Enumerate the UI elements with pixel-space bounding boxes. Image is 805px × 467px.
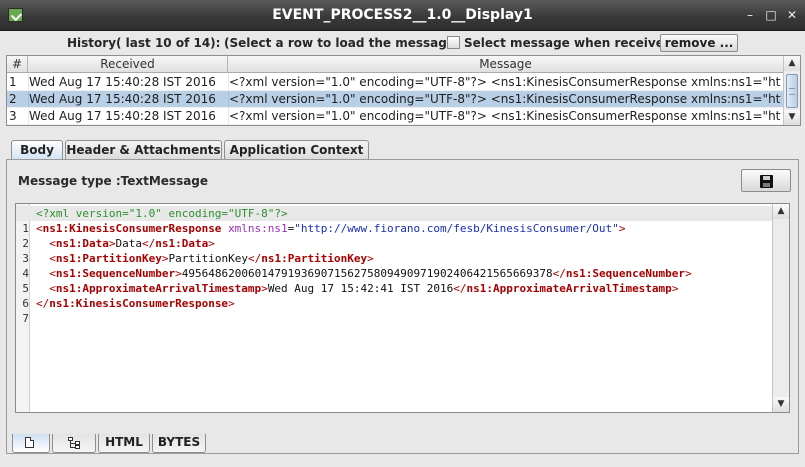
xml-tag: ns1:ApproximateArrivalTimestamp (55, 282, 262, 295)
tab-application-context[interactable]: Application Context (224, 140, 369, 160)
tab-header-attachments[interactable]: Header & Attachments (65, 140, 222, 160)
window-title: EVENT_PROCESS2__1.0__Display1 (272, 7, 533, 23)
row-received: Wed Aug 17 15:40:28 IST 2016 (29, 92, 216, 106)
editor-line: 3 <ns1:Data>Data</ns1:Data> (16, 236, 214, 265)
xml-declaration: <?xml version="1.0" encoding="UTF-8"?> (36, 207, 288, 220)
title-bar: EVENT_PROCESS2__1.0__Display1 – □ ✕ (0, 0, 805, 31)
close-icon[interactable]: ✕ (785, 8, 799, 22)
xml-root-tag: ns1:KinesisConsumerResponse (42, 222, 222, 235)
table-row[interactable]: 2 Wed Aug 17 15:40:28 IST 2016 <?xml ver… (7, 91, 783, 108)
xml-value: 4956486200601479193690715627580949097190… (181, 267, 553, 280)
scroll-up-icon[interactable]: ▲ (784, 56, 800, 71)
history-toolbar: History( last 10 of 14): (Select a row t… (0, 31, 805, 55)
tree-view-icon (68, 437, 82, 449)
scroll-thumb[interactable] (786, 74, 798, 108)
tab-text-view[interactable] (12, 434, 50, 453)
minimize-icon[interactable]: – (743, 8, 757, 22)
xml-tag: ns1:Data (55, 237, 109, 250)
xml-editor[interactable]: 1 <?xml version="1.0" encoding="UTF-8"?>… (15, 203, 790, 413)
editor-line: 4 <ns1:PartitionKey>PartitionKey</ns1:Pa… (16, 251, 373, 280)
editor-line: 2 <ns1:KinesisConsumerResponse xmlns:ns1… (16, 221, 625, 250)
scroll-down-icon[interactable]: ▼ (773, 397, 789, 412)
remove-button[interactable]: remove ... (660, 34, 738, 52)
table-header: # Received Message (7, 56, 783, 73)
row-number: 2 (9, 92, 17, 106)
row-received: Wed Aug 17 15:40:28 IST 2016 (29, 75, 216, 89)
history-hint: (Select a row to load the message) (224, 36, 461, 50)
xml-tag: ns1:PartitionKey (55, 252, 162, 265)
message-type-label: Message type :TextMessage (18, 174, 209, 188)
xml-tag: ns1:ApproximateArrivalTimestamp (466, 282, 672, 295)
column-header-received[interactable]: Received (28, 56, 228, 73)
xml-value: PartitionKey (168, 252, 248, 265)
column-header-number[interactable]: # (7, 56, 28, 73)
xml-root-tag: ns1:KinesisConsumerResponse (49, 297, 229, 310)
tab-html[interactable]: HTML (98, 434, 150, 453)
history-label: History( last 10 of 14): (67, 36, 221, 50)
maximize-icon[interactable]: □ (764, 8, 778, 22)
xml-value: Data (115, 237, 142, 250)
row-number: 3 (9, 109, 17, 123)
xml-attr-value: "http://www.fiorano.com/fesb/KinesisCons… (294, 222, 619, 235)
column-header-message[interactable]: Message (228, 56, 783, 73)
history-scrollbar[interactable]: ▲ ▼ (783, 56, 800, 125)
save-icon (760, 175, 773, 188)
editor-line: 6 <ns1:ApproximateArrivalTimestamp>Wed A… (16, 281, 678, 310)
tab-body[interactable]: Body (11, 140, 63, 161)
save-button[interactable] (741, 169, 791, 192)
xml-tag: ns1:PartitionKey (261, 252, 368, 265)
xml-tag: ns1:SequenceNumber (55, 267, 176, 280)
scroll-down-icon[interactable]: ▼ (784, 110, 800, 125)
table-row[interactable]: 3 Wed Aug 17 15:40:28 IST 2016 <?xml ver… (7, 108, 783, 125)
row-received: Wed Aug 17 15:40:28 IST 2016 (29, 109, 216, 123)
row-message: <?xml version="1.0" encoding="UTF-8"?> <… (229, 92, 781, 106)
row-number: 1 (9, 75, 17, 89)
xml-value: Wed Aug 17 15:42:41 IST 2016 (267, 282, 454, 295)
row-message: <?xml version="1.0" encoding="UTF-8"?> <… (229, 109, 781, 123)
row-message: <?xml version="1.0" encoding="UTF-8"?> <… (229, 75, 781, 89)
editor-line: 7 </ns1:KinesisConsumerResponse> (16, 296, 234, 325)
editor-scrollbar[interactable]: ▲ ▼ (772, 204, 789, 412)
document-icon (25, 437, 34, 448)
scroll-up-icon[interactable]: ▲ (773, 204, 789, 219)
history-table: # Received Message 1 Wed Aug 17 15:40:28… (6, 55, 801, 126)
editor-line: 1 <?xml version="1.0" encoding="UTF-8"?> (16, 206, 773, 235)
select-when-received-label[interactable]: Select message when received (464, 36, 672, 50)
tab-tree-view[interactable] (52, 434, 96, 453)
body-panel: Message type :TextMessage 1 <?xml versio… (6, 159, 799, 454)
xml-tag: ns1:Data (155, 237, 209, 250)
editor-line: 5 <ns1:SequenceNumber>495648620060147919… (16, 266, 691, 295)
tab-bytes[interactable]: BYTES (152, 434, 206, 453)
line-number: 7 (22, 312, 29, 325)
xml-tag: ns1:SequenceNumber (565, 267, 686, 280)
select-when-received-checkbox[interactable] (447, 36, 460, 49)
table-row[interactable]: 1 Wed Aug 17 15:40:28 IST 2016 <?xml ver… (7, 74, 783, 91)
xml-attr-name: xmlns:ns1 (228, 222, 288, 235)
